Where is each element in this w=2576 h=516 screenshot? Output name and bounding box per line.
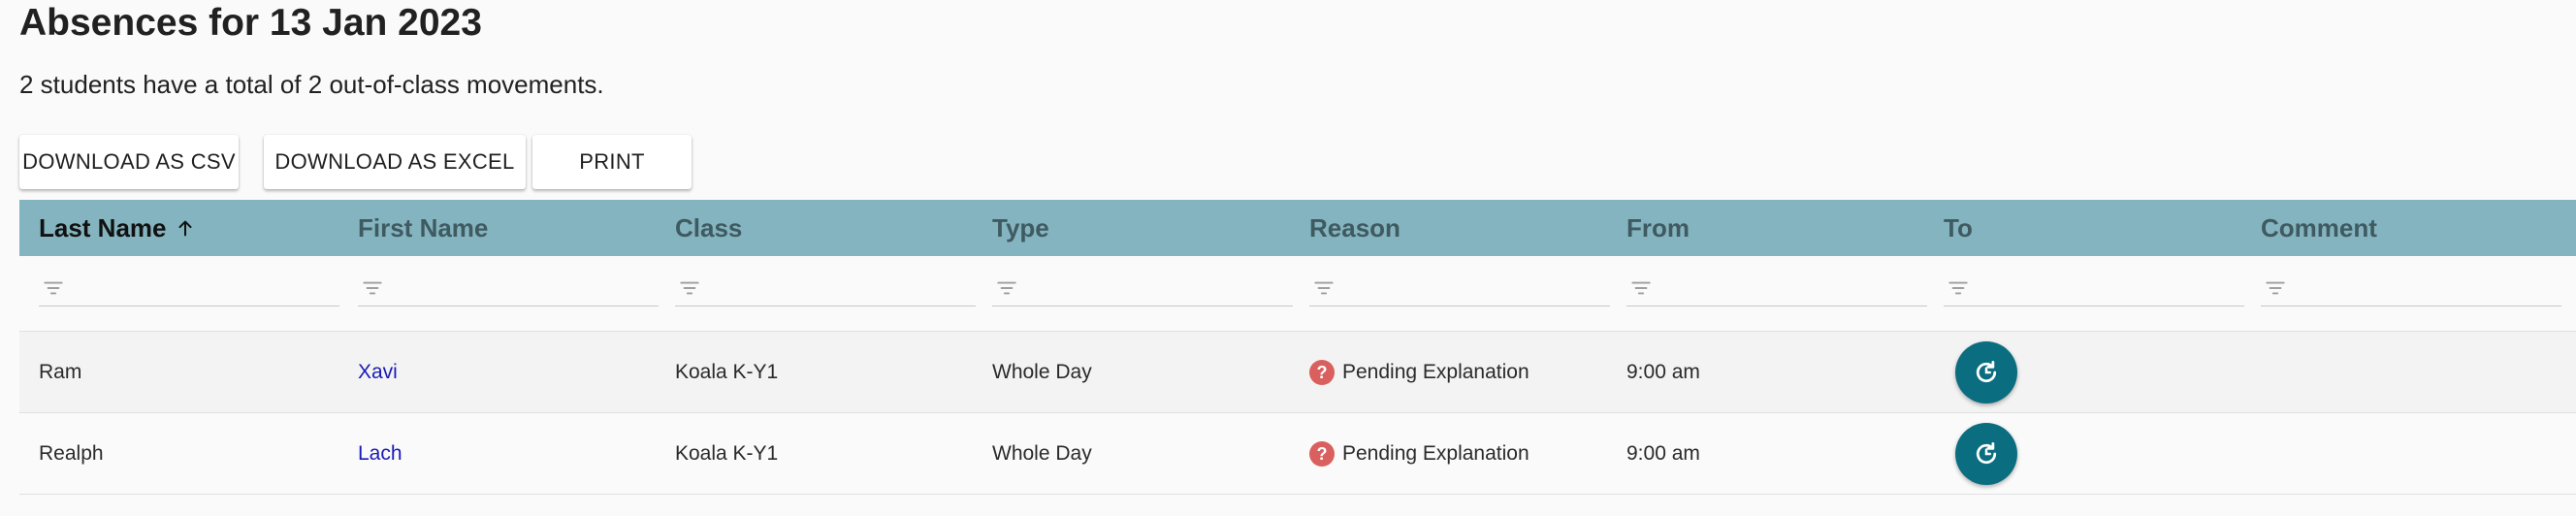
column-header-type[interactable]: Type — [992, 200, 1049, 256]
filter-icon — [2266, 281, 2285, 294]
filter-icon — [1631, 281, 1651, 294]
absences-table: Last Name First Name Class Type Reason F… — [19, 200, 2576, 495]
filter-first-name[interactable] — [358, 270, 659, 306]
cell-from: 9:00 am — [1626, 361, 1700, 383]
cell-type: Whole Day — [992, 442, 1092, 465]
question-icon: ? — [1309, 441, 1335, 467]
cell-first-name: Xavi — [358, 332, 398, 413]
filter-type[interactable] — [992, 270, 1293, 306]
column-header-comment[interactable]: Comment — [2261, 200, 2377, 256]
column-header-label: Last Name — [39, 212, 167, 242]
filter-icon — [1314, 281, 1334, 294]
absence-summary: 2 students have a total of 2 out-of-clas… — [19, 70, 604, 99]
cell-from: 9:00 am — [1626, 442, 1700, 465]
filter-icon — [1948, 281, 1968, 294]
column-header-to[interactable]: To — [1944, 200, 1973, 256]
clock-return-icon — [1976, 442, 1997, 465]
filter-last-name[interactable] — [39, 270, 339, 306]
student-link[interactable]: Lach — [358, 442, 402, 466]
column-header-from[interactable]: From — [1626, 200, 1690, 256]
column-header-first-name[interactable]: First Name — [358, 200, 488, 256]
reason-text: Pending Explanation — [1342, 361, 1530, 383]
column-header-reason[interactable]: Reason — [1309, 200, 1401, 256]
filter-to[interactable] — [1944, 270, 2244, 306]
print-button[interactable]: PRINT — [532, 135, 692, 189]
cell-last-name: Realph — [39, 442, 104, 465]
download-csv-button[interactable]: DOWNLOAD AS CSV — [19, 135, 239, 189]
table-header: Last Name First Name Class Type Reason F… — [19, 200, 2576, 256]
cell-class: Koala K-Y1 — [675, 442, 779, 465]
cell-class: Koala K-Y1 — [675, 361, 779, 383]
reason-text: Pending Explanation — [1342, 442, 1530, 465]
download-excel-button[interactable]: DOWNLOAD AS EXCEL — [264, 135, 526, 189]
table-row[interactable]: Realph Lach Koala K-Y1 Whole Day ? Pendi… — [19, 413, 2576, 495]
cell-type: Whole Day — [992, 361, 1092, 383]
filter-row — [19, 256, 2576, 332]
cell-last-name: Ram — [39, 361, 82, 383]
question-icon: ? — [1309, 360, 1335, 385]
cell-reason: ? Pending Explanation — [1309, 413, 1530, 495]
column-header-last-name[interactable]: Last Name — [39, 200, 196, 256]
cell-first-name: Lach — [358, 413, 402, 495]
page-title: Absences for 13 Jan 2023 — [19, 2, 482, 44]
column-header-class[interactable]: Class — [675, 200, 742, 256]
filter-comment[interactable] — [2261, 270, 2561, 306]
filter-class[interactable] — [675, 270, 976, 306]
clock-return-icon — [1976, 361, 1997, 383]
end-absence-button[interactable] — [1955, 423, 2017, 485]
cell-reason: ? Pending Explanation — [1309, 332, 1530, 413]
filter-icon — [44, 281, 63, 294]
student-link[interactable]: Xavi — [358, 361, 398, 384]
sort-ascending-icon — [175, 217, 196, 239]
filter-icon — [363, 281, 382, 294]
table-row[interactable]: Ram Xavi Koala K-Y1 Whole Day ? Pending … — [19, 332, 2576, 413]
end-absence-button[interactable] — [1955, 341, 2017, 403]
filter-from[interactable] — [1626, 270, 1927, 306]
filter-icon — [680, 281, 699, 294]
absences-page: Absences for 13 Jan 2023 2 students have… — [0, 0, 2576, 516]
filter-icon — [997, 281, 1016, 294]
filter-reason[interactable] — [1309, 270, 1610, 306]
